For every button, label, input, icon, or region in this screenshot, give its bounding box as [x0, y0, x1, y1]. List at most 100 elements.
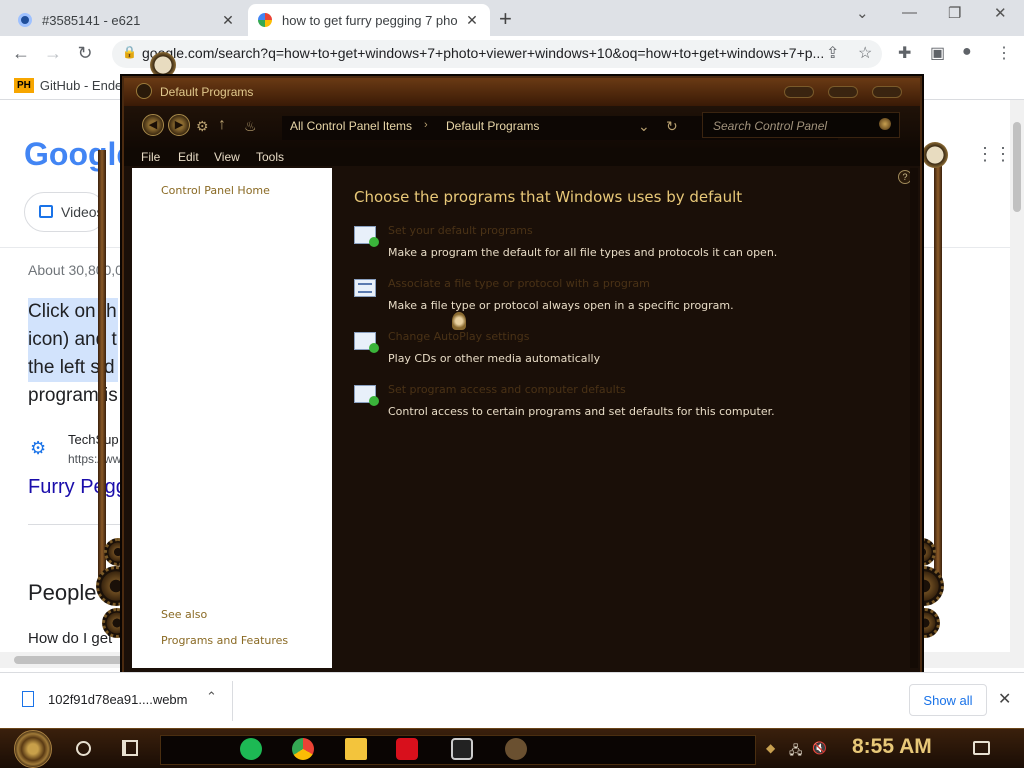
search-icon[interactable]	[879, 118, 891, 130]
divider	[28, 524, 128, 525]
autoplay-icon	[354, 332, 379, 353]
result-link[interactable]: Furry Pegg	[28, 476, 127, 499]
reload-icon[interactable]: ↻	[74, 43, 96, 64]
close-button[interactable]	[872, 86, 902, 98]
source-url: https://ww	[68, 452, 122, 466]
page-title: Choose the programs that Windows uses by…	[354, 188, 743, 206]
refresh-icon[interactable]: ↻	[666, 118, 678, 135]
control-panel-home-link[interactable]: Control Panel Home	[161, 184, 270, 197]
star-icon[interactable]: ☆	[858, 43, 872, 63]
task-description: Make a program the default for all file …	[388, 246, 778, 259]
gauge-icon	[922, 142, 948, 168]
task-title[interactable]: Set your default programs	[388, 224, 533, 237]
chevron-right-icon[interactable]: ›	[424, 119, 428, 131]
chevron-up-icon[interactable]: ⌃	[206, 689, 217, 705]
clock[interactable]: 8:55 AM	[852, 735, 932, 759]
close-icon[interactable]: ✕	[998, 689, 1011, 709]
maximize-button[interactable]	[828, 86, 858, 98]
source-name: TechSup	[68, 432, 119, 447]
menu-view[interactable]: View	[214, 150, 240, 164]
control-panel-app-icon[interactable]	[505, 738, 527, 760]
forward-icon[interactable]: ▶	[168, 114, 190, 136]
close-window-button[interactable]: ✕	[994, 4, 1007, 22]
file-explorer-icon[interactable]	[345, 738, 367, 760]
bookmark-label: GitHub - Ender	[39, 78, 127, 93]
menu-file[interactable]: File	[141, 150, 160, 164]
search-input[interactable]: Search Control Panel	[702, 112, 900, 138]
start-button[interactable]	[14, 730, 52, 768]
sidepanel-icon[interactable]: ▣	[930, 43, 945, 63]
chevron-down-icon[interactable]: ⌄	[638, 118, 650, 135]
task-associate-file-type[interactable]: Associate a file type or protocol with a…	[354, 277, 894, 321]
close-tab-icon[interactable]: ✕	[464, 12, 480, 29]
minimize-button[interactable]	[784, 86, 814, 98]
spotify-icon[interactable]	[240, 738, 262, 760]
network-icon[interactable]: 🖧	[789, 741, 802, 762]
menu-edit[interactable]: Edit	[178, 150, 199, 164]
extensions-icon[interactable]: ✚	[898, 43, 911, 63]
control-panel-icon: ♨	[244, 118, 257, 134]
close-tab-icon[interactable]: ✕	[220, 12, 236, 29]
profile-icon[interactable]: ●	[962, 43, 972, 61]
tab-google-search[interactable]: how to get furry pegging 7 pho ✕	[248, 4, 490, 36]
programs-and-features-link[interactable]: Programs and Features	[161, 634, 288, 647]
breadcrumb-all-items[interactable]: All Control Panel Items	[290, 119, 412, 133]
content-pane: ? Choose the programs that Windows uses …	[332, 166, 918, 670]
minimize-button[interactable]: —	[902, 4, 917, 21]
task-program-access-defaults[interactable]: Set program access and computer defaults…	[354, 383, 894, 427]
task-title[interactable]: Set program access and computer defaults	[388, 383, 626, 396]
scroll-thumb[interactable]	[1013, 122, 1021, 212]
back-icon[interactable]: ◀	[142, 114, 164, 136]
google-logo[interactable]: Google	[24, 136, 134, 173]
new-tab-button[interactable]: +	[499, 6, 512, 32]
notification-icon[interactable]	[973, 741, 990, 755]
list-lines	[358, 283, 372, 293]
flash-icon[interactable]	[396, 738, 418, 760]
tray-overflow-icon[interactable]: ◆	[766, 741, 775, 755]
tab-title: #3585141 - e621	[42, 12, 141, 28]
file-icon	[22, 691, 34, 707]
video-icon	[39, 205, 53, 218]
tab-search-icon[interactable]: ⌄	[856, 4, 869, 22]
recent-pages-icon[interactable]: ⚙	[196, 118, 209, 135]
task-autoplay-settings[interactable]: Change AutoPlay settings Play CDs or oth…	[354, 330, 894, 374]
address-bar[interactable]: 🔒 google.com/search?q=how+to+get+windows…	[112, 40, 882, 68]
program-access-icon	[354, 385, 379, 406]
see-also-label: See also	[161, 608, 208, 621]
search-placeholder: Search Control Panel	[713, 119, 828, 133]
task-view-icon[interactable]	[122, 740, 138, 756]
chrome-icon[interactable]	[292, 738, 314, 760]
menu-icon[interactable]: ⋮	[996, 43, 1012, 63]
download-filename[interactable]: 102f91d78ea91....webm	[48, 692, 188, 707]
task-title[interactable]: Associate a file type or protocol with a…	[388, 277, 650, 290]
window-edge	[910, 168, 918, 668]
screen: #3585141 - e621 ✕ how to get furry peggi…	[0, 0, 1024, 768]
back-icon[interactable]: ←	[10, 43, 32, 64]
show-all-button[interactable]: Show all	[909, 684, 987, 716]
share-icon[interactable]: ⇪	[826, 43, 839, 63]
photos-icon[interactable]	[451, 738, 473, 760]
breadcrumb-default-programs[interactable]: Default Programs	[446, 119, 539, 133]
volume-muted-icon[interactable]: 🔇	[812, 741, 827, 755]
tab-title: how to get furry pegging 7 pho	[282, 12, 458, 28]
people-question[interactable]: How do I get	[28, 630, 112, 647]
lock-icon[interactable]: 🔒	[122, 45, 137, 59]
restore-button[interactable]: ❐	[948, 4, 961, 22]
up-icon[interactable]: ↑	[218, 116, 226, 134]
taskbar: ◆ 🖧 🔇 8:55 AM	[0, 728, 1024, 768]
task-title[interactable]: Change AutoPlay settings	[388, 330, 529, 343]
menu-tools[interactable]: Tools	[256, 150, 284, 164]
vertical-scrollbar[interactable]	[1010, 100, 1024, 652]
bookmark-github[interactable]: PH GitHub - Ender	[14, 78, 127, 93]
divider	[232, 681, 233, 721]
download-shelf: 102f91d78ea91....webm ⌃ Show all ✕	[0, 672, 1024, 728]
search-circle-icon[interactable]	[76, 741, 91, 756]
chip-videos[interactable]: Videos	[24, 192, 106, 232]
ph-icon: PH	[14, 78, 34, 93]
window-titlebar[interactable]: Default Programs	[124, 78, 920, 106]
tab-e621[interactable]: #3585141 - e621 ✕	[8, 4, 246, 36]
forward-icon[interactable]: →	[42, 43, 64, 64]
apps-grid-icon[interactable]: ⋮⋮	[976, 144, 1012, 165]
task-set-default-programs[interactable]: Set your default programs Make a program…	[354, 224, 894, 268]
address-text: google.com/search?q=how+to+get+windows+7…	[142, 45, 825, 61]
